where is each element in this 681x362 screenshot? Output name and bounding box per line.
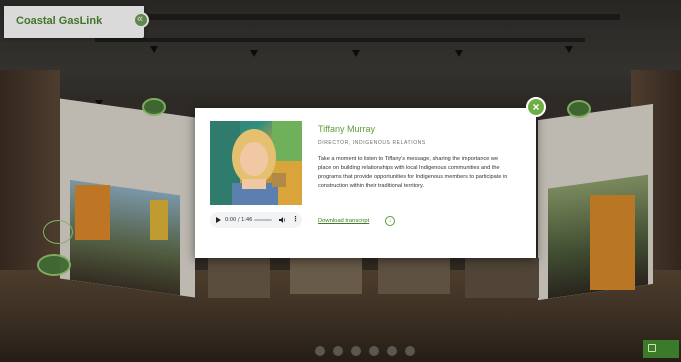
person-role: DIRECTOR, INDIGENOUS RELATIONS xyxy=(318,140,426,146)
nav-dot[interactable] xyxy=(387,346,397,356)
play-icon[interactable] xyxy=(216,217,221,223)
person-description: Take a moment to listen to Tiffany's mes… xyxy=(318,156,508,189)
nav-dot[interactable] xyxy=(405,346,415,356)
person-name: Tiffany Murray xyxy=(318,124,376,134)
close-icon: × xyxy=(532,100,540,114)
nav-dot[interactable] xyxy=(351,346,361,356)
audio-time: 0:00 / 1:46 xyxy=(225,217,253,223)
more-vertical-icon[interactable]: ⋮ xyxy=(292,215,299,224)
close-button[interactable]: × xyxy=(526,97,546,117)
download-transcript-link[interactable]: Download transcript xyxy=(318,218,369,224)
audio-progress-bar[interactable] xyxy=(254,219,272,221)
nav-dot[interactable] xyxy=(369,346,379,356)
nav-dot[interactable] xyxy=(333,346,343,356)
audio-player: 0:00 / 1:46 ⋮ xyxy=(210,212,302,228)
volume-icon[interactable] xyxy=(279,216,287,224)
download-icon[interactable] xyxy=(385,216,395,226)
nav-dot[interactable] xyxy=(315,346,325,356)
profile-modal: × 0:00 / 1:46 ⋮ Tiffany Murray DIRECTOR,… xyxy=(195,97,546,258)
portrait-illustration xyxy=(210,121,302,205)
fullscreen-icon xyxy=(648,344,656,352)
corner-action-button[interactable] xyxy=(643,340,679,358)
portrait-photo xyxy=(210,121,302,205)
